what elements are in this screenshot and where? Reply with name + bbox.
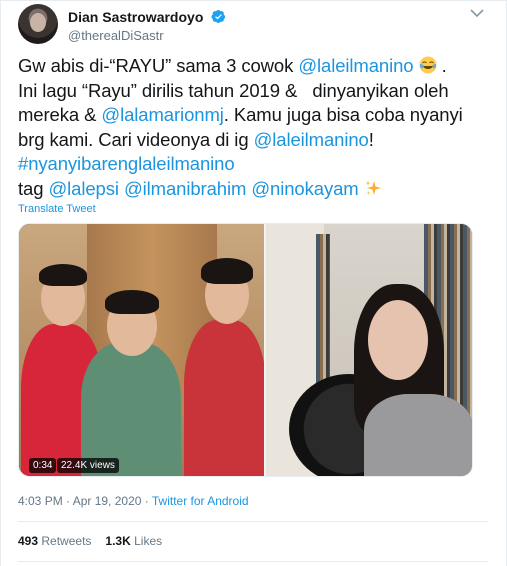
tweet-header: Dian Sastrowardoyo @therealDiSastr [18, 4, 488, 44]
retweets-stat[interactable]: 493 Retweets [18, 534, 91, 548]
avatar[interactable] [18, 4, 58, 44]
tweet-text-segment: Gw abis di-“RAYU” sama 3 cowok [18, 55, 299, 76]
tweet-text-segment: brg kami. Cari videonya di ig [18, 128, 254, 150]
sparkles-emoji-icon [365, 180, 381, 195]
tweet-meta: 4:03 PM · Apr 19, 2020 · Twitter for And… [18, 494, 249, 508]
tweet-text-segment: ! [368, 128, 374, 150]
video-views-badge: 22.4K views [57, 458, 119, 473]
divider [18, 521, 488, 522]
tweet-line-3: mereka & @lalamarionmj. Kamu juga bisa c… [18, 103, 488, 128]
tweet-text-segment: . [436, 55, 447, 76]
author-handle[interactable]: @therealDiSastr [68, 28, 226, 43]
tweet-timestamp[interactable]: 4:03 PM · Apr 19, 2020 · [18, 494, 152, 508]
face-with-tears-of-joy-emoji-icon [419, 56, 437, 74]
tweet-line-2: Ini lagu “Rayu” dirilis tahun 2019 & din… [18, 79, 449, 101]
video-player[interactable]: 0:34 22.4K views [18, 223, 473, 477]
mention-link[interactable]: @lalepsi [48, 178, 119, 199]
video-frame-left [19, 224, 266, 476]
tweet-stats: 493 Retweets 1.3K Likes [18, 534, 162, 548]
person-head [368, 300, 428, 380]
tweet-line-4: brg kami. Cari videonya di ig @laleilman… [18, 128, 488, 153]
frame-border-top [0, 0, 507, 1]
translate-tweet-link[interactable]: Translate Tweet [18, 203, 96, 215]
tweet-text-segment: mereka & [18, 104, 102, 125]
tweet-line-5: #nyanyibarenglaleilmanino [18, 152, 488, 177]
mention-link[interactable]: @ilmanibrahim [124, 178, 246, 199]
person-figure [184, 320, 266, 476]
tweet-text-segment: . Kamu juga bisa coba nyanyi [223, 104, 463, 125]
likes-count: 1.3K [105, 534, 131, 548]
chevron-down-icon[interactable] [470, 8, 484, 18]
retweets-count: 493 [18, 534, 39, 548]
person-hair [105, 290, 159, 314]
tweet-line-6: tag @lalepsi @ilmanibrahim @ninokayam [18, 177, 488, 202]
person-hair [201, 258, 253, 284]
divider [18, 561, 488, 562]
likes-label: Likes [134, 534, 163, 548]
tweet-text: Gw abis di-“RAYU” sama 3 cowok @laleilma… [18, 54, 488, 201]
mention-link[interactable]: @laleilmanino [298, 55, 413, 76]
person-hair [39, 264, 87, 286]
verified-badge-icon [211, 10, 226, 24]
mention-link[interactable]: @ninokayam [251, 178, 358, 199]
author-names[interactable]: Dian Sastrowardoyo @therealDiSastr [68, 8, 226, 43]
frame-border-left [0, 0, 1, 566]
video-duration-badge: 0:34 [29, 458, 57, 473]
retweets-label: Retweets [41, 534, 92, 548]
video-frame-right [264, 224, 472, 476]
author-display-name[interactable]: Dian Sastrowardoyo [68, 9, 203, 25]
mention-link[interactable]: @laleilmanino [254, 129, 369, 150]
hashtag-link[interactable]: #nyanyibarenglaleilmanino [18, 153, 235, 174]
person-figure [81, 342, 181, 476]
mention-link[interactable]: @lalamarionmj [101, 104, 223, 125]
tweet-source-link[interactable]: Twitter for Android [152, 494, 249, 508]
person-figure [364, 394, 472, 476]
tweet-text-segment: tag [18, 177, 49, 199]
likes-stat[interactable]: 1.3K Likes [105, 534, 162, 548]
tweet-line-1: Gw abis di-“RAYU” sama 3 cowok @laleilma… [18, 54, 488, 79]
video-split-divider [264, 224, 266, 476]
